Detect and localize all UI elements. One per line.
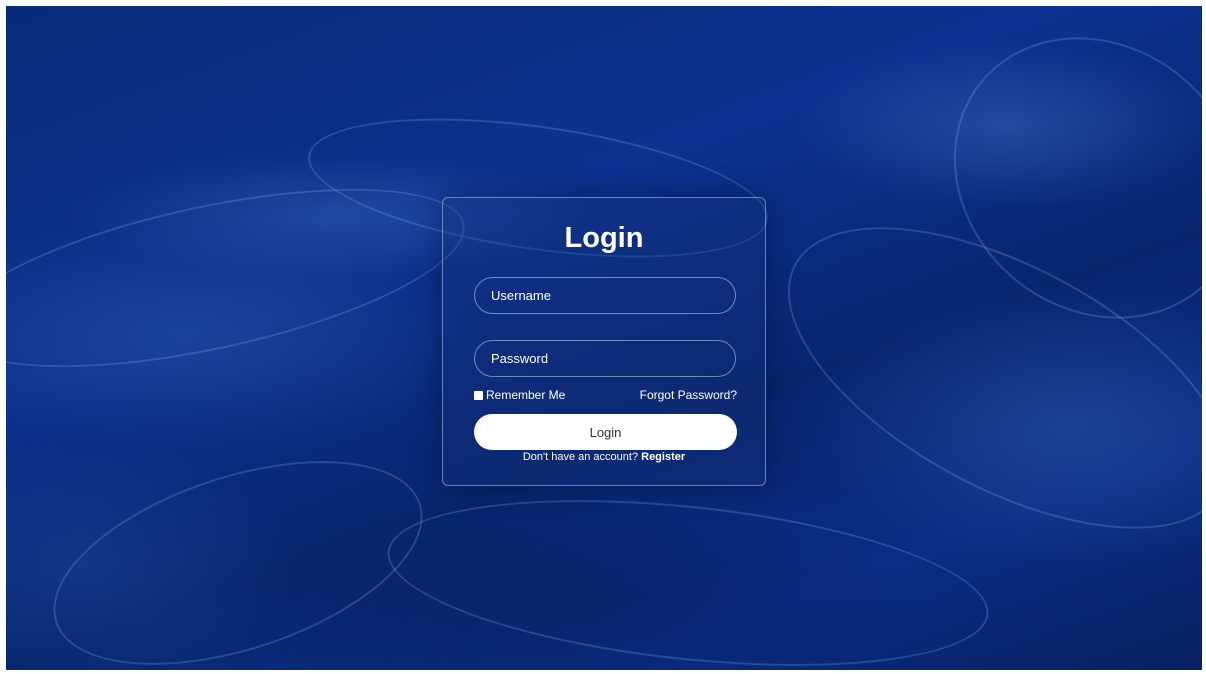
remember-me-label: Remember Me (486, 388, 566, 402)
login-card: Login Remember Me Forgot Password? Login… (442, 197, 766, 486)
register-row: Don't have an account? Register (443, 451, 765, 463)
login-title: Login (564, 222, 644, 254)
login-options-row: Remember Me Forgot Password? (474, 388, 737, 404)
background-texture (28, 420, 448, 670)
forgot-password-link[interactable]: Forgot Password? (640, 388, 737, 402)
remember-me-option[interactable]: Remember Me (474, 388, 565, 402)
username-input[interactable] (474, 277, 736, 314)
background-image: Login Remember Me Forgot Password? Login… (6, 6, 1202, 670)
background-texture (379, 474, 997, 670)
login-button[interactable]: Login (474, 414, 737, 450)
register-prompt: Don't have an account? (522, 451, 642, 463)
password-input[interactable] (474, 340, 736, 377)
register-link[interactable]: Register (641, 451, 685, 463)
remember-me-checkbox[interactable] (474, 390, 483, 400)
